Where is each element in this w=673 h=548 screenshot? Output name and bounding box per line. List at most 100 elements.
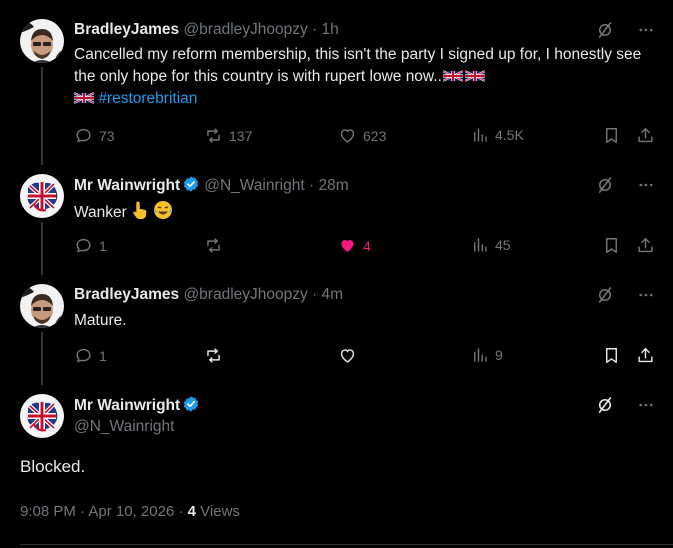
- like-icon-filled: [338, 236, 357, 255]
- separator-dot: ·: [80, 503, 86, 520]
- like-icon: [338, 126, 357, 145]
- display-name[interactable]: BradleyJames: [74, 21, 179, 38]
- repost-icon: [204, 346, 223, 365]
- post-3[interactable]: BradleyJames @bradleyJhoopzy · 4m Mature…: [0, 275, 673, 385]
- views-button[interactable]: 45: [471, 236, 511, 254]
- uk-flag-emoji: [74, 91, 94, 105]
- views-count: 9: [495, 347, 503, 363]
- share-button[interactable]: [636, 126, 655, 145]
- post-text: Mature.: [74, 310, 654, 332]
- display-name[interactable]: Mr Wainwright: [74, 397, 180, 414]
- display-name[interactable]: Mr Wainwright: [74, 177, 180, 194]
- grok-icon[interactable]: [595, 175, 615, 200]
- user-handle[interactable]: @bradleyJhoopzy: [183, 21, 307, 38]
- views-label: Views: [200, 503, 240, 520]
- pointing-up-emoji: [133, 201, 147, 219]
- more-icon[interactable]: [637, 286, 655, 309]
- thread-line: [41, 332, 43, 385]
- repost-icon: [204, 126, 223, 145]
- avatar[interactable]: [20, 19, 64, 63]
- share-icon: [636, 346, 655, 365]
- author-block: Mr Wainwright @N_Wainright: [74, 395, 204, 438]
- avatar[interactable]: [20, 174, 64, 218]
- post-text-body: Mature.: [74, 312, 127, 329]
- post-text: Cancelled my reform membership, this isn…: [74, 44, 654, 110]
- views-button[interactable]: 9: [471, 346, 503, 364]
- like-icon: [338, 346, 357, 365]
- views-icon: [471, 126, 489, 144]
- post-text-body: Cancelled my reform membership, this isn…: [74, 46, 642, 85]
- separator-dot: ·: [312, 21, 318, 38]
- like-button[interactable]: [338, 346, 363, 365]
- verified-icon: [182, 395, 200, 413]
- laughing-tears-emoji: [154, 201, 173, 219]
- post-header: BradleyJames @bradleyJhoopzy · 4m: [74, 285, 343, 305]
- repost-count: 137: [229, 127, 253, 144]
- bookmark-button[interactable]: [602, 236, 621, 255]
- reply-icon: [74, 346, 93, 365]
- post-top-icons: [595, 175, 655, 200]
- bookmark-icon: [602, 236, 621, 255]
- user-handle[interactable]: @bradleyJhoopzy: [183, 286, 307, 303]
- share-icon: [636, 126, 655, 145]
- post-date[interactable]: Apr 10, 2026: [88, 503, 174, 520]
- grok-icon[interactable]: [595, 20, 615, 45]
- hashtag-link[interactable]: #restorebritian: [98, 90, 197, 107]
- views-icon: [471, 346, 489, 364]
- reply-icon: [74, 236, 93, 255]
- post-time[interactable]: 1h: [322, 21, 339, 38]
- separator-dot: ·: [308, 177, 315, 194]
- share-button[interactable]: [636, 236, 655, 255]
- reply-icon: [74, 126, 93, 145]
- repost-button[interactable]: [204, 236, 229, 255]
- reply-button[interactable]: 73: [74, 126, 115, 145]
- repost-button[interactable]: [204, 346, 229, 365]
- views-count: 45: [495, 237, 511, 253]
- thread-line: [41, 67, 43, 165]
- post-time[interactable]: 4m: [322, 286, 344, 303]
- bookmark-button[interactable]: [602, 346, 621, 365]
- uk-flag-emoji: [443, 69, 463, 83]
- like-button[interactable]: 623: [338, 126, 386, 145]
- repost-icon: [204, 236, 223, 255]
- post-meta: 9:08 PM · Apr 10, 2026 · 4 Views: [20, 503, 240, 520]
- grok-icon[interactable]: [595, 395, 615, 420]
- post-2[interactable]: Mr Wainwright @N_Wainright · 28m Wanker 1…: [0, 165, 673, 275]
- post-text-body: Wanker: [74, 204, 127, 221]
- verified-icon: [182, 175, 200, 193]
- separator-dot: ·: [312, 286, 318, 303]
- more-icon[interactable]: [637, 21, 655, 44]
- views-button[interactable]: 4.5K: [471, 126, 524, 144]
- more-icon[interactable]: [637, 176, 655, 199]
- display-name[interactable]: BradleyJames: [74, 286, 179, 303]
- post-timestamp[interactable]: 9:08 PM: [20, 503, 76, 520]
- more-icon[interactable]: [637, 396, 655, 419]
- avatar[interactable]: [20, 394, 64, 438]
- action-bar: 1 9: [74, 346, 656, 366]
- bookmark-button[interactable]: [602, 126, 621, 145]
- user-handle[interactable]: @N_Wainright: [74, 416, 204, 438]
- grok-icon[interactable]: [595, 285, 615, 310]
- share-button[interactable]: [636, 346, 655, 365]
- separator-dot: ·: [178, 503, 184, 520]
- action-bar: 73 137 623 4.5K: [74, 126, 656, 146]
- like-count: 4: [363, 237, 371, 254]
- action-bar: 1 4 45: [74, 236, 656, 256]
- views-icon: [471, 236, 489, 254]
- reply-count: 1: [99, 347, 107, 364]
- bookmark-icon: [602, 346, 621, 365]
- post-time[interactable]: 28m: [318, 177, 348, 194]
- avatar[interactable]: [20, 284, 64, 328]
- reply-button[interactable]: 1: [74, 236, 107, 255]
- thread-line: [41, 222, 43, 275]
- post-1[interactable]: BradleyJames @bradleyJhoopzy · 1h Cancel…: [0, 0, 673, 165]
- post-text: Wanker: [74, 200, 654, 224]
- reply-button[interactable]: 1: [74, 346, 107, 365]
- uk-flag-emoji: [465, 69, 485, 83]
- views-count: 4.5K: [495, 127, 524, 143]
- main-post: Mr Wainwright @N_Wainright: [0, 385, 673, 548]
- bookmark-icon: [602, 126, 621, 145]
- user-handle[interactable]: @N_Wainright: [204, 177, 304, 194]
- repost-button[interactable]: 137: [204, 126, 252, 145]
- like-button[interactable]: 4: [338, 236, 371, 255]
